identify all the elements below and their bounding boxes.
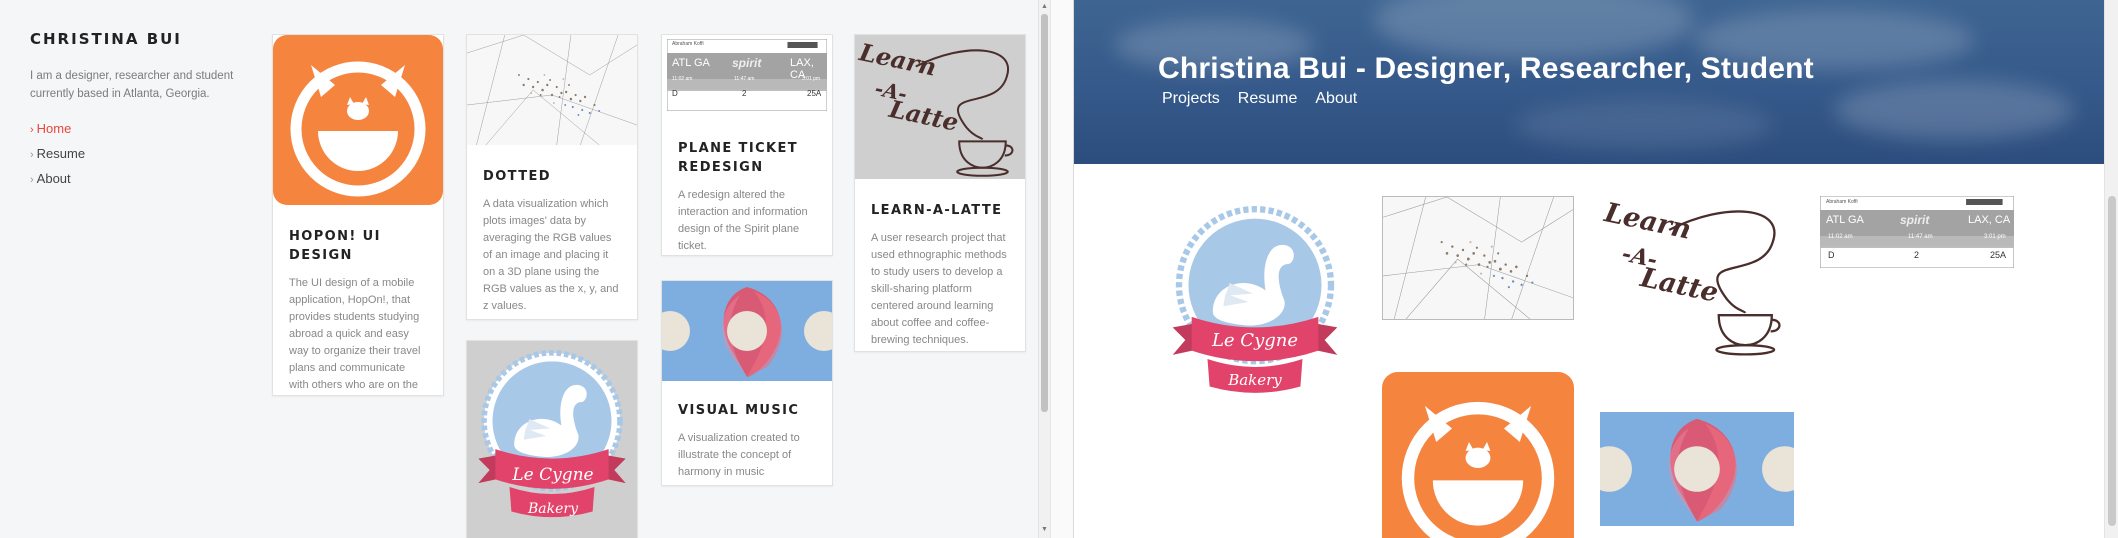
ticket-arrive-time: 11:47 am — [1908, 234, 1933, 240]
intro-text: I am a designer, researcher and student … — [30, 70, 234, 100]
ticket-zone: 2 — [1914, 250, 1920, 260]
ticket-arrive-time-2: 3:01 pm — [802, 76, 821, 82]
project-card-visual-music[interactable]: VISUAL MUSIC A visualization created to … — [661, 280, 833, 486]
ticket-group: D — [1828, 250, 1835, 260]
card-title: PLANE TICKET REDESIGN — [678, 141, 799, 175]
ticket-to: LAX, CA — [1968, 214, 2011, 226]
nav-item-label: Home — [36, 121, 72, 136]
ticket-from: ATL GA — [1826, 214, 1864, 226]
hopon-logo-image — [1382, 372, 1574, 538]
nav-link-about[interactable]: About — [1315, 90, 1357, 108]
card-title: VISUAL MUSIC — [678, 403, 800, 418]
le-cygne-bakery-logo-image — [467, 341, 637, 529]
right-scrollbar-thumb[interactable] — [2108, 196, 2116, 526]
right-scrollbar[interactable] — [2104, 0, 2118, 538]
project-thumb-plane-ticket[interactable]: Abraham Koffi ATL GA spirit LAX, CA 11:0… — [1820, 196, 2014, 268]
cloud-shape — [1514, 100, 1774, 150]
dotted-scatter-image — [1383, 197, 1574, 320]
ticket-brand: spirit — [732, 56, 762, 70]
ticket-image: Abraham Koffi ATL GA spirit LAX, CA 11:0… — [662, 35, 832, 117]
project-thumb-learn-a-latte[interactable]: Learn -A- Latte — [1600, 194, 1796, 358]
dotted-scatter-image — [467, 35, 637, 145]
cloud-shape — [1374, 0, 1694, 60]
ticket-arrive-time: 11:47 am — [734, 76, 755, 82]
card-description: A user research project that used ethnog… — [871, 232, 1007, 346]
ticket-passenger: Abraham Koffi — [1826, 199, 1858, 205]
left-scrollbar-thumb[interactable] — [1041, 14, 1048, 412]
nav-item-home[interactable]: › Home — [30, 117, 240, 142]
sidebar: CHRISTINA BUI I am a designer, researche… — [30, 30, 240, 192]
header-nav: Projects Resume About — [1162, 90, 1357, 108]
chevron-right-icon: › — [30, 124, 34, 136]
scroll-up-arrow-icon[interactable]: ▲ — [1041, 3, 1048, 10]
visual-music-image — [1600, 412, 1794, 526]
scroll-down-arrow-icon[interactable]: ▼ — [1041, 526, 1048, 533]
project-thumb-hopon[interactable] — [1382, 372, 1574, 538]
card-title: DOTTED — [483, 169, 551, 184]
nav-link-resume[interactable]: Resume — [1238, 90, 1298, 108]
nav-item-label: About — [36, 171, 71, 186]
project-card-hopon[interactable]: HOPON! UI DESIGN The UI design of a mobi… — [272, 34, 444, 396]
nav-item-about[interactable]: › About — [30, 167, 240, 192]
hopon-logo-image — [273, 35, 443, 205]
nav-item-resume[interactable]: › Resume — [30, 142, 240, 167]
project-card-plane-ticket[interactable]: Abraham Koffi ATL GA spirit LAX, CA 11:0… — [661, 34, 833, 256]
project-thumb-le-cygne[interactable]: Le Cygne Bakery — [1160, 196, 1350, 406]
logo-text: Le Cygne — [1211, 330, 1299, 351]
project-thumb-dotted[interactable] — [1382, 196, 1574, 320]
header-title: Christina Bui - Designer, Researcher, St… — [1158, 52, 1814, 85]
ticket-passenger: Abraham Koffi — [672, 41, 704, 47]
site-title[interactable]: CHRISTINA BUI — [30, 30, 240, 48]
ticket-depart-time: 11:02 am — [1828, 234, 1853, 240]
visual-music-image — [662, 281, 832, 381]
ticket-arrive-time-2: 3:01 pm — [1984, 234, 2006, 240]
hero-header: Christina Bui - Designer, Researcher, St… — [1074, 0, 2118, 164]
ticket-from: ATL GA — [672, 57, 710, 69]
window-divider — [1050, 0, 1074, 538]
project-thumb-visual-music[interactable] — [1600, 412, 1794, 526]
card-description: The UI design of a mobile application, H… — [289, 277, 421, 391]
card-title: HOPON! UI DESIGN — [289, 229, 381, 263]
project-card-dotted[interactable]: DOTTED A data visualization which plots … — [466, 34, 638, 320]
card-description: A data visualization which plots images'… — [483, 198, 619, 312]
ticket-seat: 25A — [807, 89, 822, 98]
left-scrollbar[interactable]: ▲ ▼ — [1038, 0, 1050, 538]
project-card-learn-a-latte[interactable]: Learn -A- Latte LEARN-A-LATTE A user res… — [854, 34, 1026, 352]
ticket-seat: 25A — [1990, 250, 2007, 260]
sidebar-nav: › Home › Resume › About — [30, 117, 240, 192]
ticket-depart-time: 11:02 am — [672, 76, 693, 82]
chevron-right-icon: › — [30, 149, 34, 161]
ticket-zone: 2 — [742, 89, 747, 98]
nav-item-label: Resume — [36, 146, 86, 161]
portfolio-left-window: CHRISTINA BUI I am a designer, researche… — [0, 0, 1050, 538]
learn-a-latte-logo-image: Learn -A- Latte — [855, 35, 1025, 179]
nav-link-projects[interactable]: Projects — [1162, 90, 1220, 108]
ticket-group: D — [672, 89, 678, 98]
project-card-le-cygne[interactable]: Le Cygne Bakery — [466, 340, 638, 538]
card-description: A visualization created to illustrate th… — [678, 432, 800, 478]
portfolio-right-window: Christina Bui - Designer, Researcher, St… — [1074, 0, 2118, 538]
chevron-right-icon: › — [30, 174, 34, 186]
card-title: LEARN-A-LATTE — [871, 203, 1003, 218]
logo-text: Bakery — [1228, 371, 1282, 389]
cloud-shape — [1834, 80, 2074, 140]
card-description: A redesign altered the interaction and i… — [678, 189, 808, 252]
ticket-brand: spirit — [1900, 213, 1930, 227]
